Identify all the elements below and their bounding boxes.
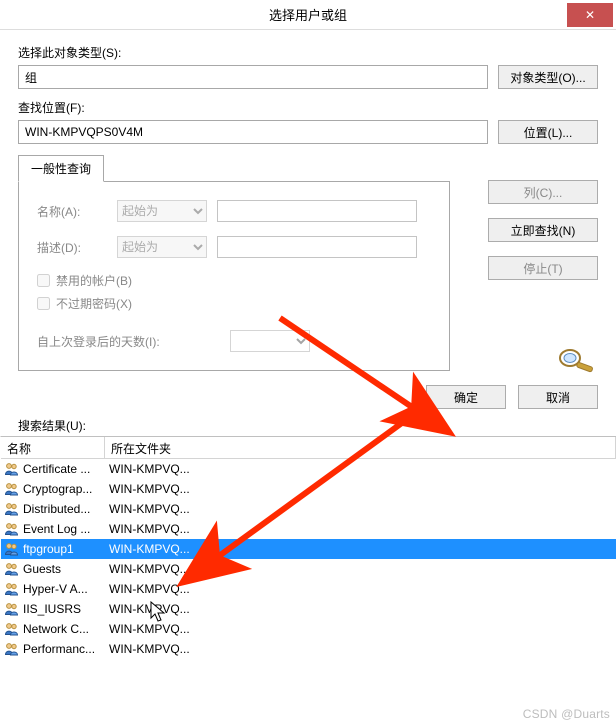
table-row[interactable]: ftpgroup1WIN-KMPVQ...	[1, 539, 616, 559]
stop-button[interactable]: 停止(T)	[488, 256, 598, 280]
table-row[interactable]: Network C...WIN-KMPVQ...	[1, 619, 616, 639]
disabled-accounts-input[interactable]	[37, 274, 50, 287]
close-icon: ✕	[585, 8, 595, 22]
object-type-block: 选择此对象类型(S): 对象类型(O)...	[18, 44, 598, 89]
object-types-button[interactable]: 对象类型(O)...	[498, 65, 598, 89]
location-label: 查找位置(F):	[18, 99, 598, 116]
window-title: 选择用户或组	[0, 5, 616, 24]
watermark: CSDN @Duarts	[523, 707, 610, 721]
name-row: 名称(A): 起始为	[37, 200, 431, 222]
title-bar: 选择用户或组 ✕	[0, 0, 616, 30]
row-name: Event Log ...	[21, 521, 107, 537]
name-match-select[interactable]: 起始为	[117, 200, 207, 222]
location-field[interactable]	[18, 120, 488, 144]
disabled-accounts-label: 禁用的帐户(B)	[56, 272, 132, 289]
table-row[interactable]: Hyper-V A...WIN-KMPVQ...	[1, 579, 616, 599]
find-now-button[interactable]: 立即查找(N)	[488, 218, 598, 242]
col-name[interactable]: 名称	[1, 437, 105, 458]
group-icon	[3, 561, 21, 577]
row-name: Hyper-V A...	[21, 581, 107, 597]
row-folder: WIN-KMPVQ...	[107, 581, 197, 597]
table-row[interactable]: IIS_IUSRSWIN-KMPVQ...	[1, 599, 616, 619]
row-name: Performanc...	[21, 641, 107, 657]
row-folder: WIN-KMPVQ...	[107, 641, 197, 657]
group-icon	[3, 501, 21, 517]
tab-body: 名称(A): 起始为 描述(D): 起始为 禁用的帐户(B) 不过期密码(X)	[18, 181, 450, 371]
row-folder: WIN-KMPVQ...	[107, 621, 197, 637]
close-button[interactable]: ✕	[567, 3, 613, 27]
cancel-button[interactable]: 取消	[518, 385, 598, 409]
col-folder[interactable]: 所在文件夹	[105, 437, 616, 458]
table-row[interactable]: Cryptograp...WIN-KMPVQ...	[1, 479, 616, 499]
table-row[interactable]: Certificate ...WIN-KMPVQ...	[1, 459, 616, 479]
name-input[interactable]	[217, 200, 417, 222]
object-type-field[interactable]	[18, 65, 488, 89]
results-listview[interactable]: 名称 所在文件夹 Certificate ...WIN-KMPVQ...Cryp…	[0, 436, 616, 683]
never-expire-input[interactable]	[37, 297, 50, 310]
object-type-label: 选择此对象类型(S):	[18, 44, 598, 61]
row-folder: WIN-KMPVQ...	[107, 601, 197, 617]
row-name: ftpgroup1	[21, 541, 107, 557]
never-expire-checkbox[interactable]: 不过期密码(X)	[37, 295, 431, 312]
group-icon	[3, 521, 21, 537]
disabled-accounts-checkbox[interactable]: 禁用的帐户(B)	[37, 272, 431, 289]
search-icon	[488, 344, 598, 377]
group-icon	[3, 581, 21, 597]
table-row[interactable]: GuestsWIN-KMPVQ...	[1, 559, 616, 579]
never-expire-label: 不过期密码(X)	[56, 295, 132, 312]
row-folder: WIN-KMPVQ...	[107, 541, 197, 557]
group-icon	[3, 601, 21, 617]
tab-common-query[interactable]: 一般性查询	[18, 155, 104, 182]
name-label: 名称(A):	[37, 203, 107, 220]
results-header: 名称 所在文件夹	[1, 437, 616, 459]
row-folder: WIN-KMPVQ...	[107, 501, 197, 517]
desc-input[interactable]	[217, 236, 417, 258]
table-row[interactable]: Distributed...WIN-KMPVQ...	[1, 499, 616, 519]
group-icon	[3, 481, 21, 497]
locations-button[interactable]: 位置(L)...	[498, 120, 598, 144]
results-label: 搜索结果(U):	[0, 413, 616, 436]
row-folder: WIN-KMPVQ...	[107, 461, 197, 477]
results-rows[interactable]: Certificate ...WIN-KMPVQ...Cryptograp...…	[1, 459, 616, 684]
days-label: 自上次登录后的天数(I):	[37, 333, 160, 350]
row-name: Network C...	[21, 621, 107, 637]
ok-button[interactable]: 确定	[426, 385, 506, 409]
columns-button[interactable]: 列(C)...	[488, 180, 598, 204]
location-block: 查找位置(F): 位置(L)...	[18, 99, 598, 144]
row-folder: WIN-KMPVQ...	[107, 521, 197, 537]
group-icon	[3, 641, 21, 657]
table-row[interactable]: Event Log ...WIN-KMPVQ...	[1, 519, 616, 539]
group-icon	[3, 621, 21, 637]
desc-row: 描述(D): 起始为	[37, 236, 431, 258]
row-folder: WIN-KMPVQ...	[107, 561, 197, 577]
table-row[interactable]: Performanc...WIN-KMPVQ...	[1, 639, 616, 659]
row-name: IIS_IUSRS	[21, 601, 107, 617]
row-name: Distributed...	[21, 501, 107, 517]
desc-label: 描述(D):	[37, 239, 107, 256]
row-name: Cryptograp...	[21, 481, 107, 497]
row-name: Certificate ...	[21, 461, 107, 477]
group-icon	[3, 541, 21, 557]
ok-cancel-row: 确定 取消	[0, 379, 616, 413]
row-folder: WIN-KMPVQ...	[107, 481, 197, 497]
row-name: Guests	[21, 561, 107, 577]
desc-match-select[interactable]: 起始为	[117, 236, 207, 258]
group-icon	[3, 461, 21, 477]
days-select[interactable]	[230, 330, 310, 352]
side-buttons: 列(C)... 立即查找(N) 停止(T)	[488, 180, 598, 377]
days-since-logon-row: 自上次登录后的天数(I):	[37, 330, 431, 352]
